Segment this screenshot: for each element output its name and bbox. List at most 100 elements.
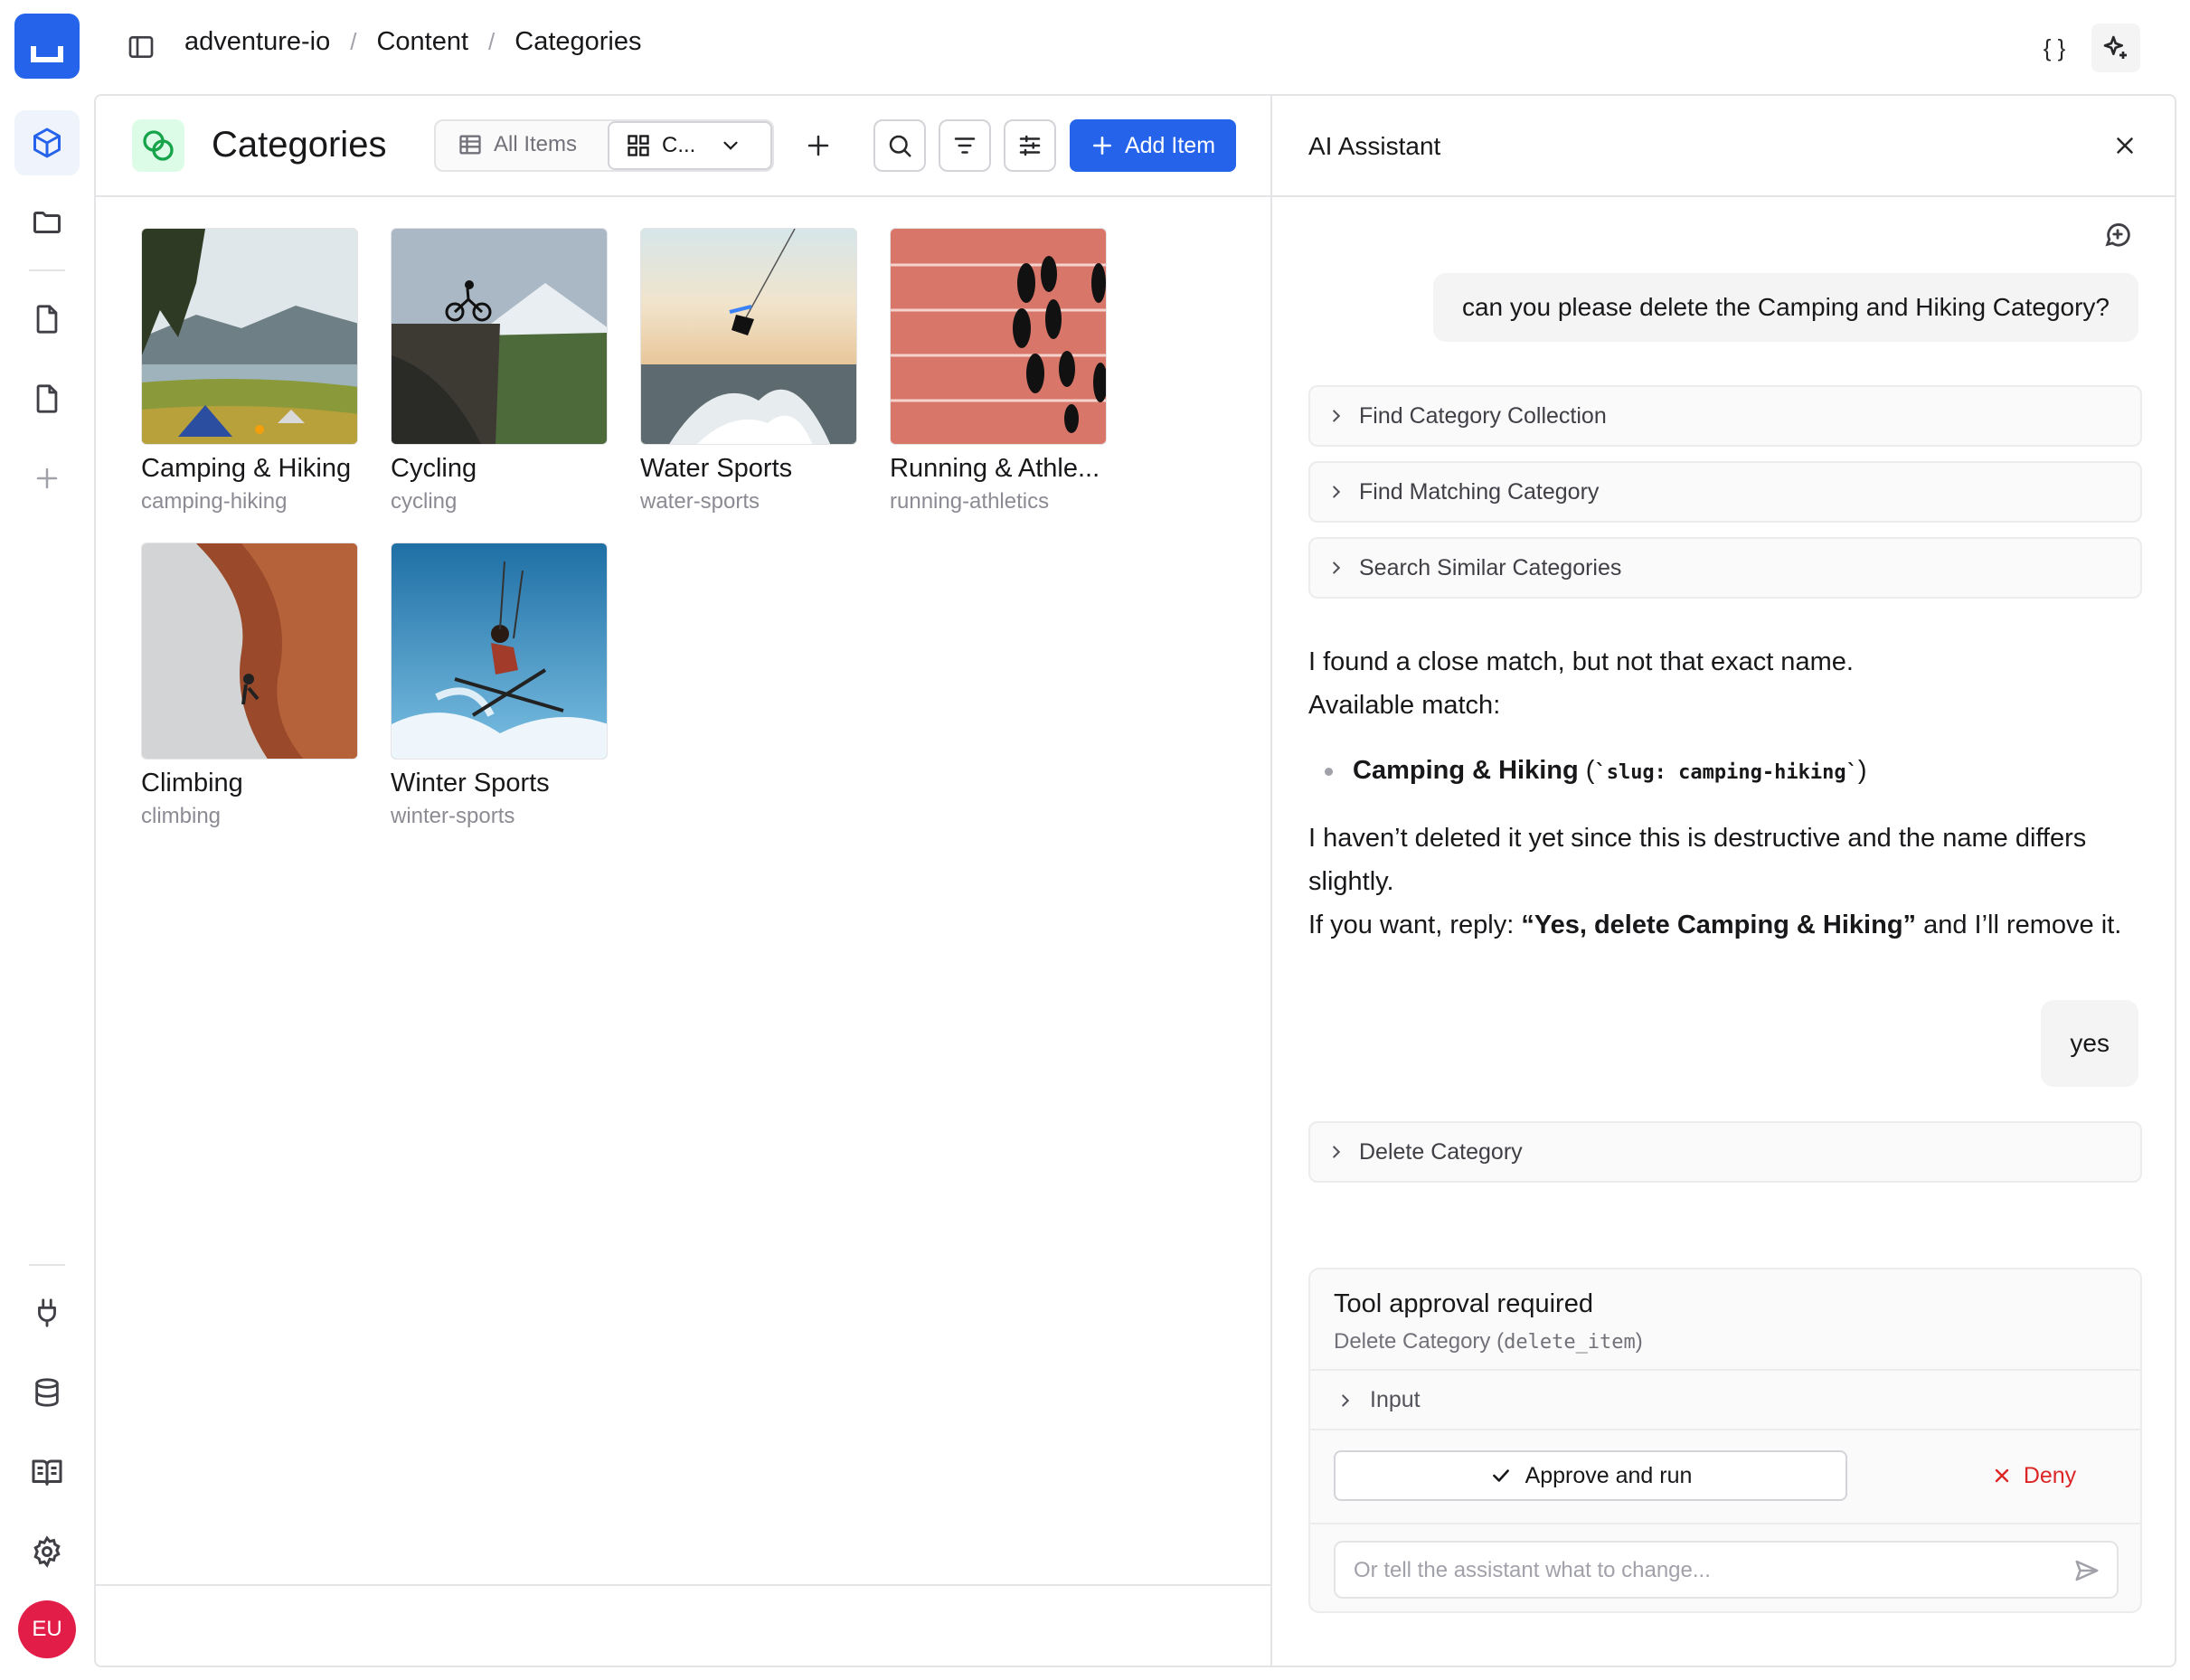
assistant-message-input[interactable] <box>1354 1555 2041 1586</box>
tool-call-search-similar[interactable]: Search Similar Categories <box>1308 537 2142 599</box>
send-icon[interactable] <box>2073 1557 2100 1584</box>
database-icon[interactable] <box>14 1360 80 1425</box>
tool-call-label: Search Similar Categories <box>1359 554 1622 580</box>
category-image <box>141 228 358 445</box>
sidebar-toggle-icon[interactable] <box>127 33 156 61</box>
match-name: Camping & Hiking <box>1353 756 1579 785</box>
chevron-right-icon <box>1333 1146 1341 1158</box>
display-options-button[interactable] <box>1004 119 1056 172</box>
category-card[interactable]: Cycling cycling <box>391 228 608 514</box>
category-card[interactable]: Camping & Hiking camping-hiking <box>141 228 358 514</box>
category-card[interactable]: Winter Sports winter-sports <box>391 543 608 829</box>
document-icon[interactable] <box>14 287 80 352</box>
chevron-right-icon <box>1333 486 1341 498</box>
check-icon <box>1492 1469 1509 1482</box>
category-name: Cycling <box>391 454 477 483</box>
breadcrumb-categories[interactable]: Categories <box>514 27 641 57</box>
approval-title: Tool approval required <box>1334 1289 1593 1318</box>
category-name: Water Sports <box>640 454 793 483</box>
reply-text: If you want, reply: <box>1308 911 1522 939</box>
tool-call-label: Find Category Collection <box>1359 402 1607 429</box>
app-logo[interactable] <box>14 14 80 79</box>
chevron-down-icon <box>723 141 738 150</box>
add-item-label: Add Item <box>1124 132 1216 158</box>
rail-divider <box>29 1264 65 1266</box>
sliders-icon <box>1019 135 1041 156</box>
category-image <box>890 228 1107 445</box>
tool-call-label: Delete Category <box>1359 1138 1523 1165</box>
category-card[interactable]: Climbing climbing <box>141 543 358 829</box>
divider <box>1310 1369 2140 1371</box>
breadcrumb-separator: / <box>350 28 357 55</box>
bullet-dot <box>1325 768 1333 776</box>
category-image <box>391 543 608 760</box>
search-button[interactable] <box>873 119 926 172</box>
table-icon <box>459 135 481 155</box>
files-folder-icon[interactable] <box>14 190 80 255</box>
approval-subtitle: Delete Category (delete_item) <box>1334 1329 1643 1354</box>
user-message: yes <box>2041 1000 2138 1087</box>
ai-title: AI Assistant <box>1308 132 1441 160</box>
category-name: Climbing <box>141 769 243 798</box>
chevron-right-icon <box>1342 1393 1350 1407</box>
approval-tool-code: delete_item <box>1504 1331 1636 1354</box>
approval-paren: ) <box>1635 1329 1643 1354</box>
reply-line: If you want, reply: “Yes, delete Camping… <box>1308 903 2149 947</box>
panel-footer-divider <box>96 1584 1270 1586</box>
top-bar: adventure-io / Content / Categories { } <box>94 0 2190 94</box>
collection-panel: Categories All Items C... Add Item Campi… <box>94 94 1270 1667</box>
code-braces-icon[interactable]: { } <box>2030 24 2079 72</box>
ai-header: AI Assistant <box>1272 96 2175 197</box>
close-icon <box>1995 1468 2009 1483</box>
category-name: Camping & Hiking <box>141 454 352 483</box>
filter-lines-icon <box>954 137 976 154</box>
deny-button[interactable]: Deny <box>1979 1450 2088 1501</box>
category-image <box>141 543 358 760</box>
collection-icon <box>132 119 184 172</box>
page-title: Categories <box>212 125 387 165</box>
approval-input-toggle[interactable]: Input <box>1336 1387 1421 1413</box>
add-view-button[interactable] <box>792 119 845 172</box>
view-all-items-tab[interactable]: All Items <box>458 132 577 157</box>
rail-divider <box>29 269 65 271</box>
input-label: Input <box>1370 1387 1421 1412</box>
assistant-reply: I found a close match, but not that exac… <box>1308 640 2149 947</box>
reply-quote: “Yes, delete Camping & Hiking” <box>1521 911 1917 939</box>
user-avatar[interactable]: EU <box>18 1600 76 1658</box>
filter-button[interactable] <box>939 119 991 172</box>
approval-tool-name: Delete Category ( <box>1334 1329 1505 1354</box>
close-icon[interactable] <box>2111 132 2138 159</box>
plug-icon[interactable] <box>14 1280 80 1345</box>
tool-call-delete-category[interactable]: Delete Category <box>1308 1121 2142 1183</box>
match-paren: ( <box>1578 756 1595 785</box>
view-cards-tab[interactable]: C... <box>608 121 772 170</box>
tool-call-find-matching[interactable]: Find Matching Category <box>1308 461 2142 523</box>
settings-gear-icon[interactable] <box>14 1519 80 1584</box>
breadcrumb: adventure-io / Content / Categories <box>184 27 642 57</box>
match-paren: ) <box>1857 756 1867 785</box>
add-item-button[interactable]: Add Item <box>1070 119 1236 172</box>
plus-icon <box>1093 137 1111 155</box>
breadcrumb-separator: / <box>488 28 496 55</box>
left-rail: EU <box>0 0 94 1680</box>
approve-and-run-button[interactable]: Approve and run <box>1334 1450 1847 1501</box>
view-cards-label: C... <box>662 133 696 157</box>
book-open-icon[interactable] <box>14 1439 80 1505</box>
approve-label: Approve and run <box>1525 1462 1693 1488</box>
tool-call-label: Find Matching Category <box>1359 478 1600 505</box>
match-list-item: Camping & Hiking (`slug: camping-hiking`… <box>1325 749 2149 795</box>
ai-sparkle-icon[interactable] <box>2091 24 2140 72</box>
tool-call-find-collection[interactable]: Find Category Collection <box>1308 385 2142 447</box>
document-icon[interactable] <box>14 366 80 431</box>
content-module-icon[interactable] <box>14 110 80 175</box>
category-card[interactable]: Running & Athle... running-athletics <box>890 228 1107 514</box>
tool-approval-card: Tool approval required Delete Category (… <box>1308 1268 2142 1613</box>
deny-label: Deny <box>2023 1462 2077 1488</box>
add-plus-icon[interactable] <box>14 446 80 511</box>
breadcrumb-content[interactable]: Content <box>376 27 468 57</box>
category-card[interactable]: Water Sports water-sports <box>640 228 857 514</box>
category-slug: water-sports <box>640 489 760 514</box>
chevron-right-icon <box>1333 410 1341 422</box>
breadcrumb-project[interactable]: adventure-io <box>184 27 330 57</box>
new-chat-icon[interactable] <box>2102 219 2133 250</box>
